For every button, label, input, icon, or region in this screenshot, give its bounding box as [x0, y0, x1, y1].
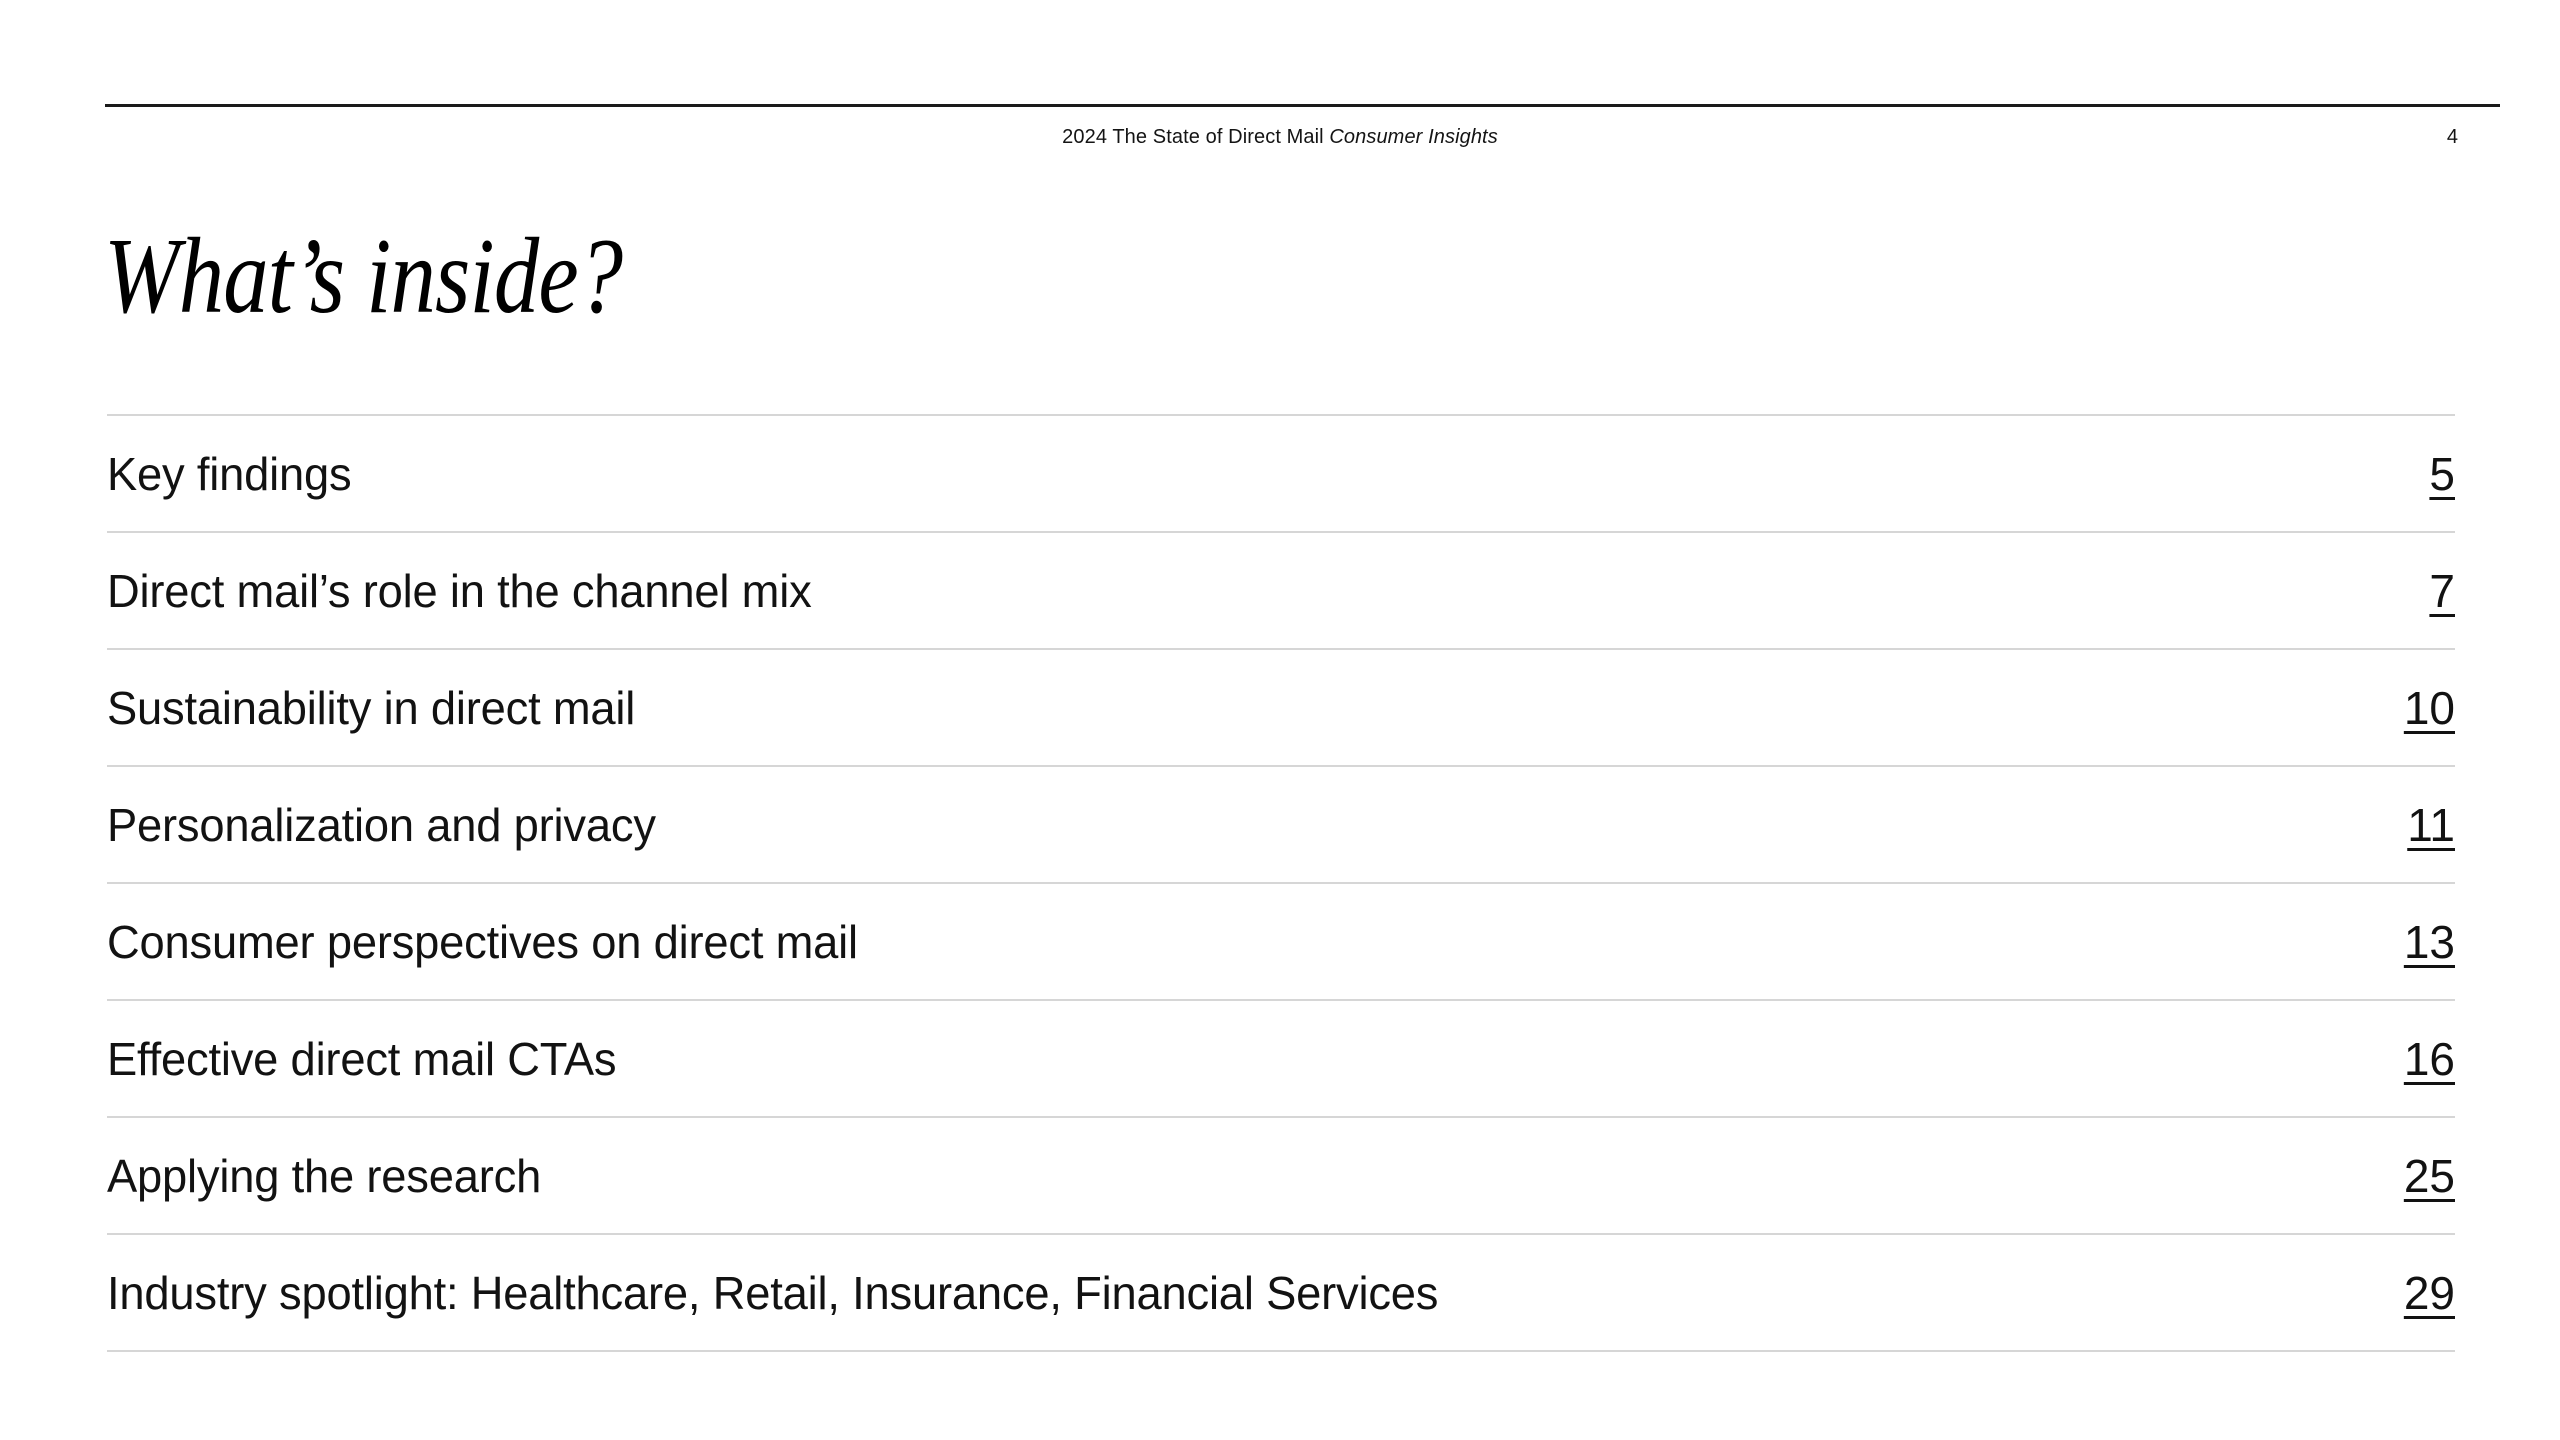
- toc-entry-sustainability-in-direct-mail[interactable]: Sustainability in direct mail 10: [107, 650, 2455, 765]
- toc-entry-effective-direct-mail-ctas[interactable]: Effective direct mail CTAs 16: [107, 1001, 2455, 1116]
- toc-entry-label: Key findings: [107, 447, 352, 500]
- toc-entry-label: Consumer perspectives on direct mail: [107, 915, 858, 968]
- toc-entry-industry-spotlight[interactable]: Industry spotlight: Healthcare, Retail, …: [107, 1235, 2455, 1350]
- toc-entry-page-link[interactable]: 10: [2364, 681, 2455, 735]
- toc-entry-label: Effective direct mail CTAs: [107, 1032, 617, 1085]
- toc-entry-page-link[interactable]: 16: [2364, 1032, 2455, 1086]
- toc-entry-label: Sustainability in direct mail: [107, 681, 636, 734]
- running-header-prefix: 2024 The State of Direct Mail: [1062, 126, 1330, 148]
- toc-entry-page-link[interactable]: 29: [2364, 1266, 2455, 1320]
- toc-entry-personalization-and-privacy[interactable]: Personalization and privacy 11: [107, 767, 2455, 882]
- top-rule-divider: [105, 104, 2500, 107]
- page-title: What’s inside?: [104, 217, 623, 336]
- toc-divider: [107, 1350, 2455, 1352]
- toc-entry-label: Direct mail’s role in the channel mix: [107, 564, 812, 617]
- running-header: 2024 The State of Direct Mail Consumer I…: [0, 126, 2560, 149]
- page-number-folio: 4: [2446, 126, 2458, 148]
- document-page: 2024 The State of Direct Mail Consumer I…: [0, 0, 2560, 1440]
- toc-entry-label: Applying the research: [107, 1149, 542, 1202]
- toc-entry-consumer-perspectives-on-direct-mail[interactable]: Consumer perspectives on direct mail 13: [107, 884, 2455, 999]
- toc-entry-key-findings[interactable]: Key findings 5: [107, 416, 2455, 531]
- toc-entry-page-link[interactable]: 11: [2367, 798, 2455, 852]
- toc-entry-page-link[interactable]: 25: [2364, 1149, 2455, 1203]
- toc-entry-label: Industry spotlight: Healthcare, Retail, …: [107, 1266, 1439, 1319]
- table-of-contents: Key findings 5 Direct mail’s role in the…: [107, 414, 2455, 1352]
- toc-entry-direct-mails-role-in-the-channel-mix[interactable]: Direct mail’s role in the channel mix 7: [107, 533, 2455, 648]
- toc-entry-page-link[interactable]: 5: [2389, 447, 2455, 501]
- toc-entry-page-link[interactable]: 7: [2389, 564, 2455, 618]
- running-header-publication-title: Consumer Insights: [1329, 126, 1498, 148]
- toc-entry-page-link[interactable]: 13: [2364, 915, 2455, 969]
- toc-entry-label: Personalization and privacy: [107, 798, 656, 851]
- toc-entry-applying-the-research[interactable]: Applying the research 25: [107, 1118, 2455, 1233]
